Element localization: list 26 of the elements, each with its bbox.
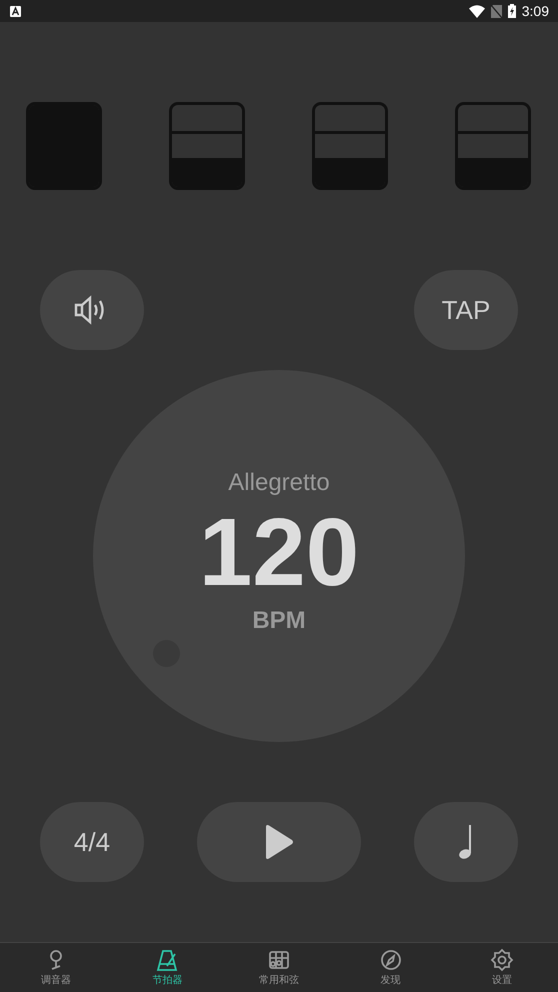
nav-tab[interactable]: 常用和弦 <box>223 943 335 992</box>
beat-block[interactable] <box>312 102 388 190</box>
battery-charging-icon <box>508 4 516 18</box>
tempo-name: Allegretto <box>228 469 330 497</box>
app-notification-icon <box>10 6 21 16</box>
play-icon <box>264 824 294 860</box>
bpm-value: 120 <box>198 505 360 601</box>
nav-tab[interactable]: 设置 <box>446 943 558 992</box>
wifi-icon <box>468 4 485 18</box>
tempo-dial[interactable]: Allegretto 120 BPM <box>93 370 465 742</box>
settings-icon <box>490 948 514 972</box>
metronome-icon <box>155 948 180 972</box>
grid-icon <box>266 948 291 972</box>
beat-block[interactable] <box>26 102 102 190</box>
compass-icon <box>378 948 403 972</box>
nav-tab[interactable]: 节拍器 <box>112 943 224 992</box>
beat-block[interactable] <box>455 102 531 190</box>
nav-tab[interactable]: 调音器 <box>0 943 112 992</box>
beat-block[interactable] <box>169 102 245 190</box>
no-sim-icon <box>490 4 502 18</box>
status-time: 3:09 <box>522 3 549 19</box>
nav-tab[interactable]: 发现 <box>334 943 446 992</box>
quarter-note-icon <box>458 824 474 860</box>
time-signature-button[interactable]: 4/4 <box>40 802 144 882</box>
tap-button[interactable]: TAP <box>414 270 518 350</box>
bpm-unit: BPM <box>252 607 306 635</box>
